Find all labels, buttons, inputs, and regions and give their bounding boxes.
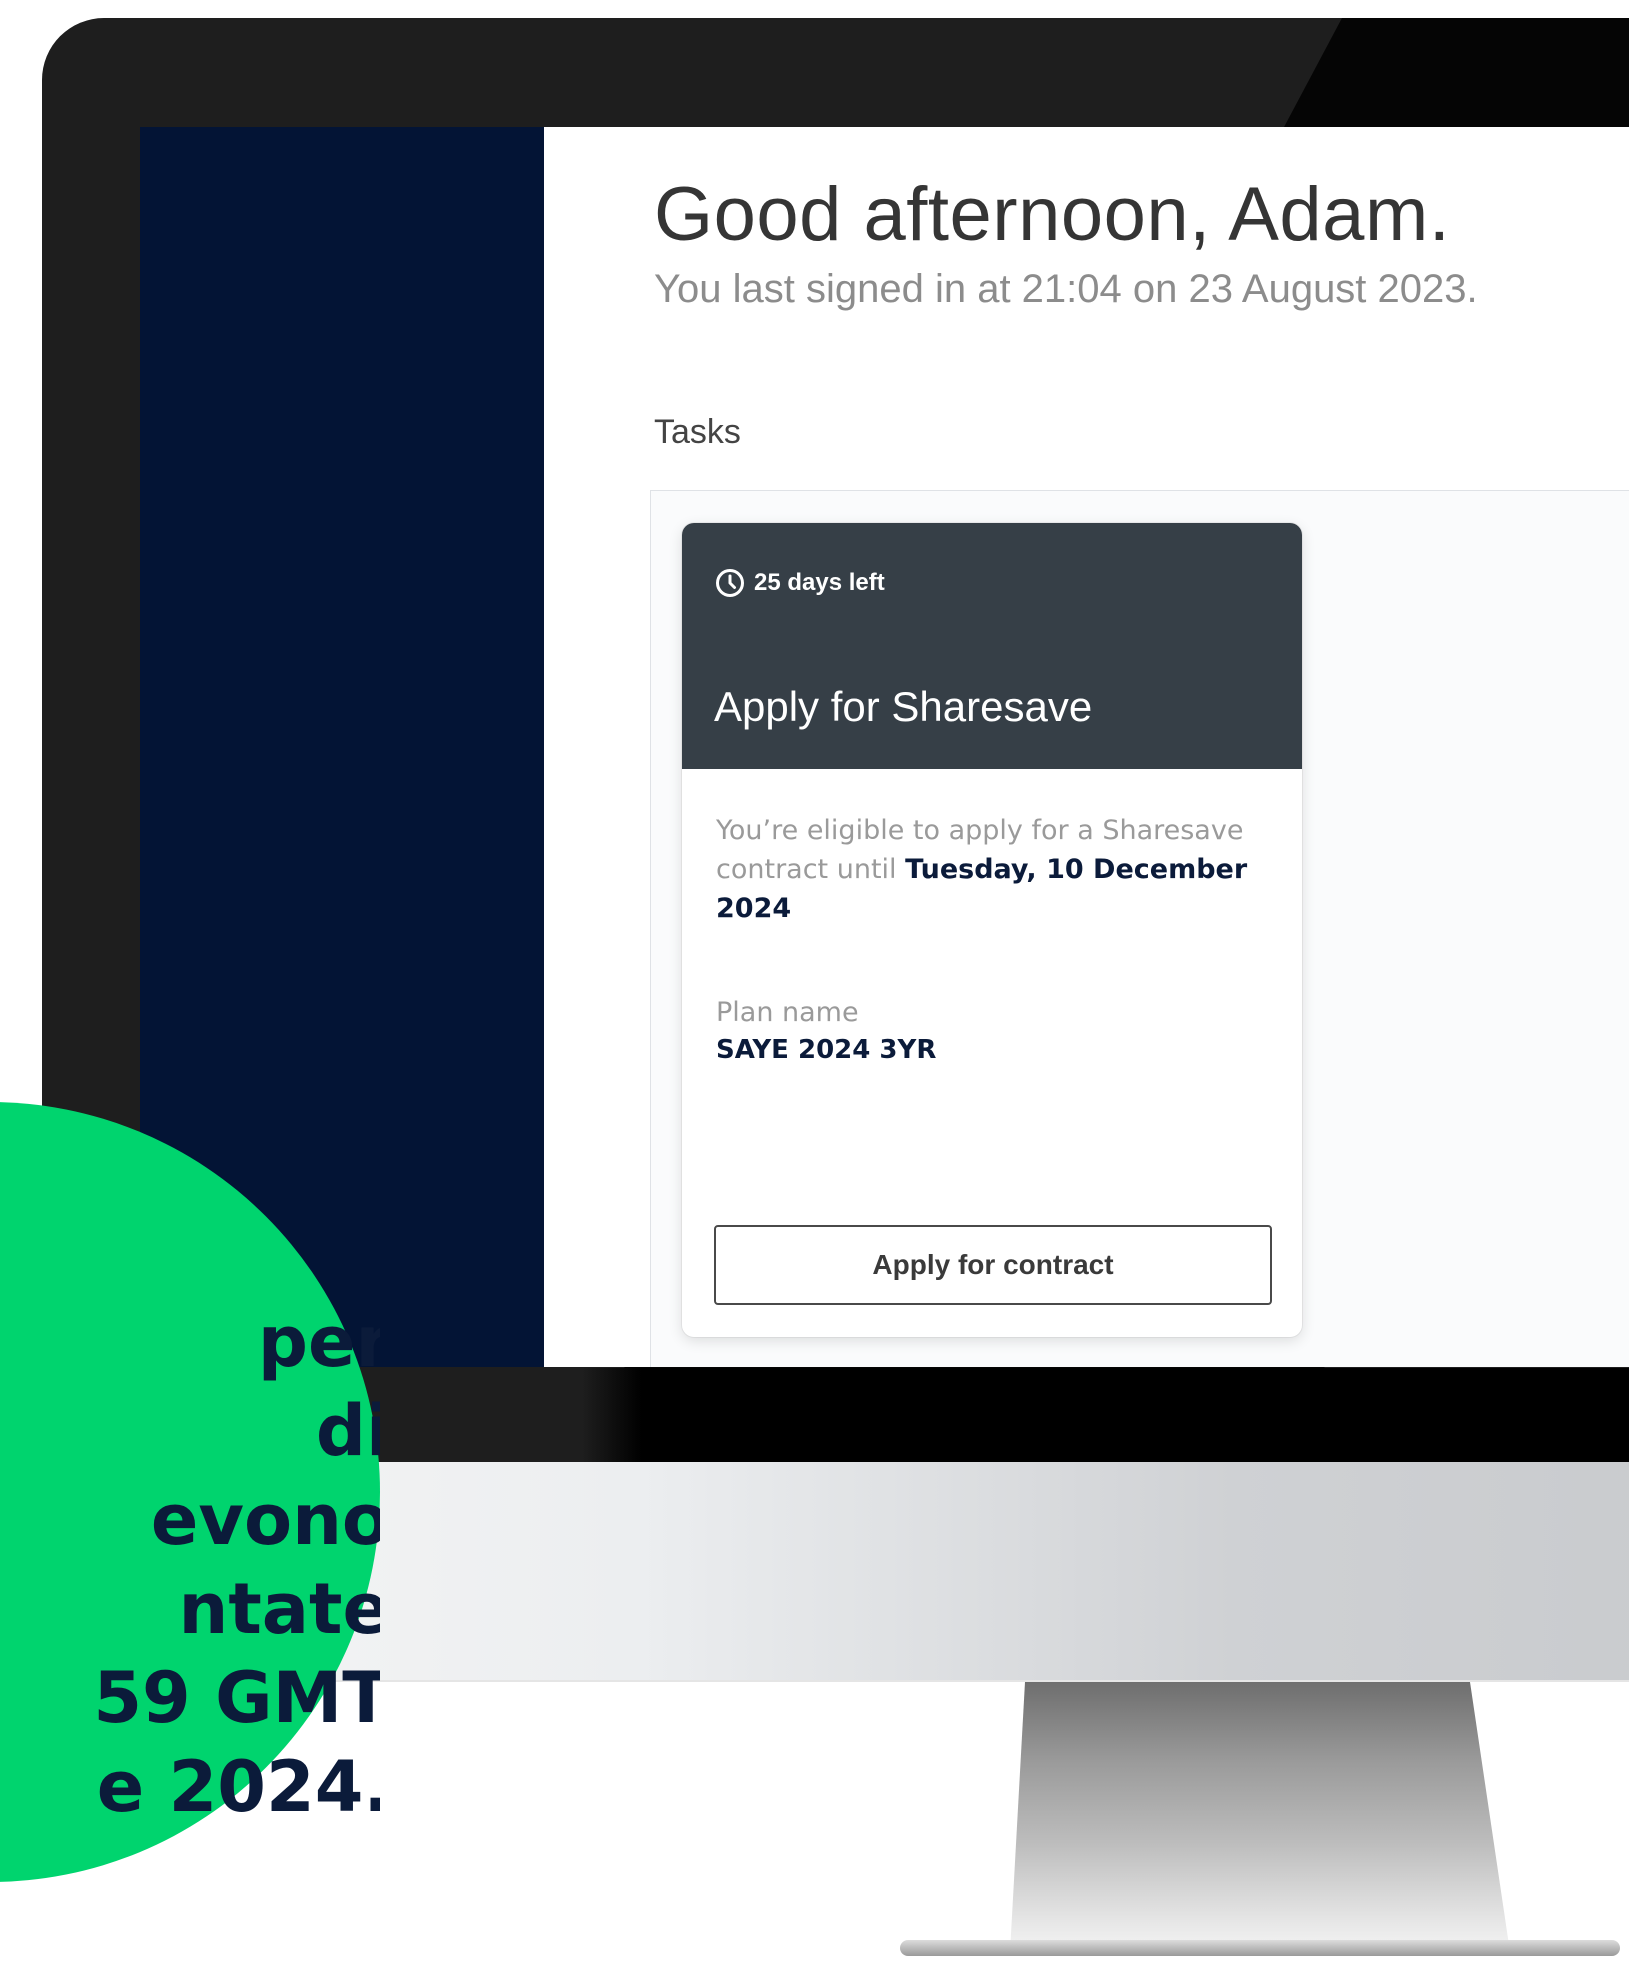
last-signed-in-text: You last signed in at 21:04 on 23 August… (654, 267, 1478, 311)
plan-name-label: Plan name (716, 997, 859, 1028)
task-card-title: Apply for Sharesave (714, 683, 1093, 730)
monitor-stand (1010, 1682, 1510, 1952)
main-content: Good afternoon, Adam. You last signed in… (544, 127, 1629, 1367)
apply-for-contract-button[interactable]: Apply for contract (714, 1225, 1272, 1305)
callout-line-5: 59 GMT (93, 1657, 380, 1739)
callout-clip: per di evono ntate 59 GMT e 2024. (0, 0, 380, 1969)
tasks-section-label: Tasks (654, 413, 741, 451)
callout-line-3: evono (150, 1479, 380, 1561)
eligibility-text: You’re eligible to apply for a Sharesave… (716, 811, 1276, 928)
task-card: 25 days left Apply for Sharesave You’re … (682, 523, 1302, 1337)
clock-icon (714, 567, 746, 599)
stage: Good afternoon, Adam. You last signed in… (0, 0, 1629, 1969)
callout-line-2: di (315, 1390, 380, 1472)
task-card-header: 25 days left Apply for Sharesave (682, 523, 1302, 769)
callout-line-4: ntate (178, 1568, 380, 1650)
callout-line-1: per (257, 1301, 380, 1383)
callout-line-6: e 2024. (96, 1746, 380, 1828)
plan-name-value: SAYE 2024 3YR (716, 1035, 937, 1065)
deadline-badge: 25 days left (714, 567, 885, 599)
deadline-text: 25 days left (754, 569, 885, 596)
monitor-stand-base (900, 1940, 1620, 1956)
greeting-heading: Good afternoon, Adam. (654, 172, 1451, 257)
callout-text: per di evono ntate 59 GMT e 2024. (0, 1298, 380, 1832)
